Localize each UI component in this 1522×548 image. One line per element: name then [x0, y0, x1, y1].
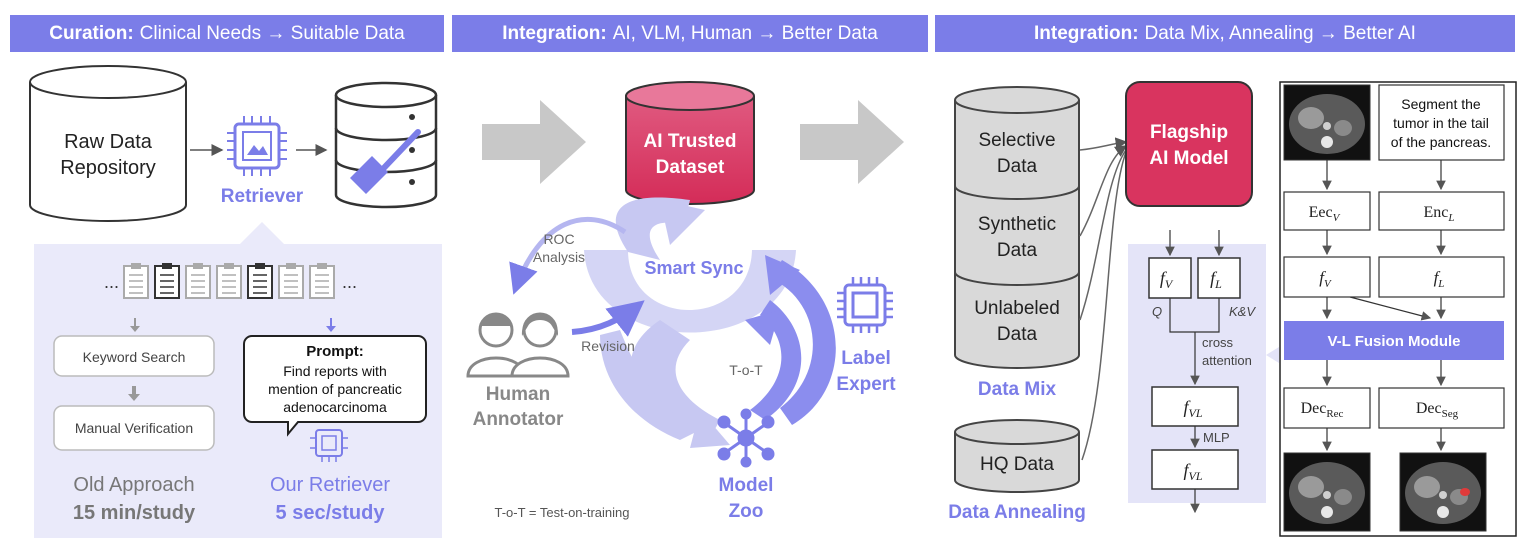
mlp-label: MLP	[1203, 430, 1230, 445]
hq-data-label: HQ Data	[980, 454, 1054, 475]
label-expert-chip-icon	[837, 277, 893, 333]
prompt-line1: Find reports with	[283, 363, 386, 379]
report-documents	[123, 263, 335, 299]
cross-attention-line2: attention	[1202, 353, 1252, 368]
clipboard-clip	[286, 263, 296, 269]
data-to-model-arrows	[1079, 137, 1128, 461]
database-icon	[334, 81, 438, 209]
human-annotator-line1: Human	[486, 384, 550, 405]
q-label: Q	[1152, 304, 1162, 319]
attention-panel-pointer	[1266, 347, 1279, 363]
prompt-title: Prompt:	[306, 343, 364, 360]
model-zoo-line2: Zoo	[729, 501, 764, 522]
diagram-canvas: Raw Data Repository Retriever ... ... Ke…	[29, 65, 1517, 538]
big-arrow-2	[800, 100, 904, 184]
clipboard-clip	[255, 263, 265, 269]
ct-segmentation-image	[1399, 452, 1487, 532]
human-annotator-icon	[466, 312, 570, 378]
dots-left: ...	[104, 272, 119, 292]
raw-data-repository: Raw Data Repository	[29, 65, 187, 222]
flagship-line2: AI Model	[1149, 148, 1228, 169]
fusion-module-label: V-L Fusion Module	[1327, 333, 1460, 350]
selective-line1: Selective	[978, 130, 1055, 151]
clipboard-clip	[162, 263, 172, 269]
clipboard-clip	[193, 263, 203, 269]
flagship-model-box	[1125, 81, 1253, 207]
label-expert-line1: Label	[841, 348, 891, 369]
raw-data-line2: Repository	[60, 157, 156, 179]
human-annotator-line2: Annotator	[473, 409, 564, 430]
segment-text-line3: of the pancreas.	[1391, 134, 1491, 150]
unlabeled-line2: Data	[997, 324, 1038, 345]
our-retriever-time: 5 sec/study	[276, 502, 386, 524]
our-retriever-label: Our Retriever	[270, 474, 390, 496]
manual-verification-label: Manual Verification	[75, 420, 193, 436]
tot-label: T-o-T	[729, 362, 763, 378]
clipboard-clip	[224, 263, 234, 269]
synthetic-line1: Synthetic	[978, 214, 1056, 235]
data-mix-label: Data Mix	[978, 379, 1057, 400]
clipboard-clip	[317, 263, 327, 269]
model-zoo-line1: Model	[719, 475, 774, 496]
keyword-search-label: Keyword Search	[83, 349, 186, 365]
trusted-dataset-line2: Dataset	[656, 157, 725, 178]
selective-line2: Data	[997, 156, 1038, 177]
model-zoo-icon	[717, 408, 775, 468]
fl-arch-box	[1378, 256, 1505, 298]
cross-attention-line1: cross	[1202, 335, 1234, 350]
roc-line2: Analysis	[533, 249, 585, 265]
revision-label: Revision	[581, 338, 635, 354]
retriever-label: Retriever	[221, 186, 304, 207]
synthetic-line2: Data	[997, 240, 1038, 261]
chip-icon	[227, 116, 287, 176]
data-annealing-label: Data Annealing	[948, 502, 1086, 523]
tot-footnote: T-o-T = Test-on-training	[495, 505, 630, 520]
old-approach-time: 15 min/study	[73, 502, 196, 524]
kv-label: K&V	[1229, 304, 1256, 319]
smart-sync-label: Smart Sync	[644, 258, 743, 278]
big-arrow-1	[482, 100, 586, 184]
ct-input-image	[1283, 84, 1371, 161]
smart-sync-shape	[584, 197, 836, 448]
label-expert-line2: Expert	[836, 374, 896, 395]
segment-text-line2: tumor in the tail	[1393, 115, 1489, 131]
roc-line1: ROC	[543, 231, 574, 247]
prompt-line2: mention of pancreatic	[268, 381, 402, 397]
segment-text-line1: Segment the	[1401, 96, 1481, 112]
clipboard-clip	[131, 263, 141, 269]
dots-right: ...	[342, 272, 357, 292]
old-approach-label: Old Approach	[73, 474, 194, 496]
fv-arch-box	[1283, 256, 1371, 298]
raw-data-line1: Raw Data	[64, 131, 153, 153]
unlabeled-line1: Unlabeled	[974, 298, 1060, 319]
trusted-dataset-line1: AI Trusted	[644, 131, 737, 152]
ct-reconstruction-image	[1283, 452, 1371, 532]
flagship-line1: Flagship	[1150, 122, 1228, 143]
prompt-line3: adenocarcinoma	[283, 399, 387, 415]
